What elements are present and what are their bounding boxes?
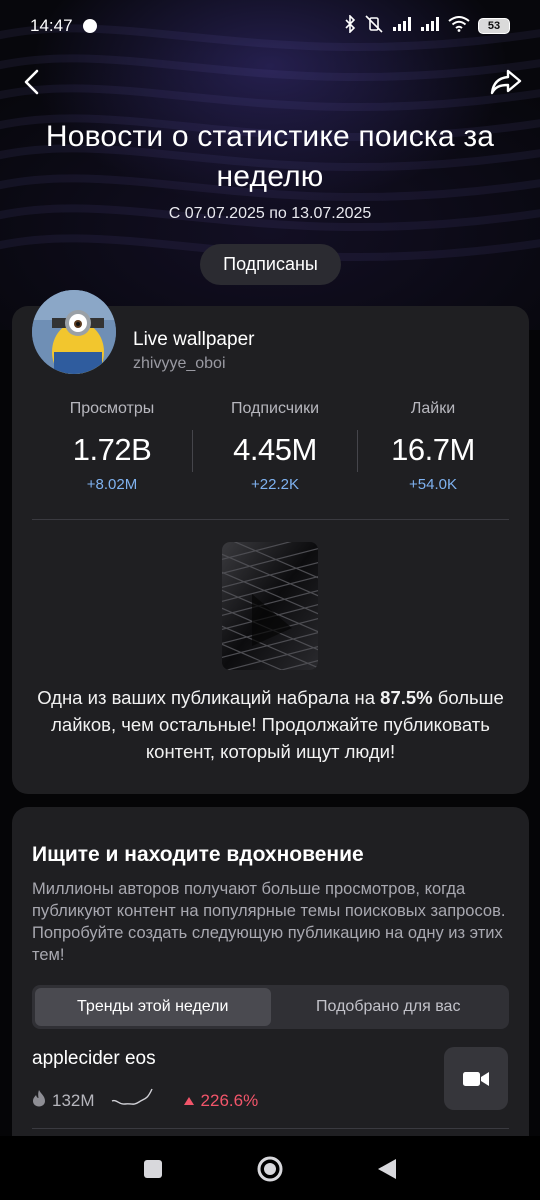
bluetooth-icon [344,13,356,38]
page-title: Новости о статистике поиска за неделю [45,120,495,193]
stat-followers: Подписчики 4.45M +22.2K [195,400,355,493]
recents-button[interactable] [138,1154,168,1184]
system-navigation-bar [0,1136,540,1200]
back-button[interactable] [12,62,52,102]
signal-icon [392,16,412,37]
stat-delta: +8.02M [86,476,138,493]
highlight-percent: 87.5% [380,687,433,708]
share-icon [490,69,522,95]
subscribed-button[interactable]: Подписаны [200,244,341,285]
trend-growth-value: 226.6% [200,1090,259,1110]
square-icon [144,1160,162,1178]
stat-value: 1.72B [72,432,152,467]
top-post-highlight: Одна из ваших публикаций набрала на 87.5… [32,684,509,765]
back-arrow-icon [24,69,39,95]
stat-value: 4.45M [233,432,317,467]
trend-item-title[interactable]: applecider eos [32,1048,156,1070]
highlight-text-before: Одна из ваших публикаций набрала на [37,687,381,708]
circle-home-icon [257,1156,283,1182]
wifi-icon [448,15,470,37]
stat-label: Просмотры [69,400,155,417]
stat-delta: +54.0K [409,476,457,493]
stat-value: 16.7M [391,432,475,467]
stat-label: Лайки [410,400,456,417]
trend-views: 132M [52,1090,95,1110]
tab-recommended[interactable]: Подобрано для вас [271,988,507,1026]
vibrate-off-icon [364,14,384,38]
signal-icon [420,16,440,37]
avatar[interactable] [32,290,116,374]
sparkline-icon [111,1087,153,1114]
trend-growth: 226.6% [183,1090,259,1111]
back-nav-button[interactable] [372,1154,402,1184]
divider [32,1128,509,1129]
arrow-up-icon [183,1096,194,1105]
trend-tabs: Тренды этой недели Подобрано для вас [32,985,509,1029]
profile-handle: zhivyye_oboi [133,355,226,372]
status-bar: 14:47 53 [0,0,540,52]
profile-name[interactable]: Live wallpaper [133,329,254,351]
trend-metrics: 132M 226.6% [32,1087,258,1114]
stat-divider [192,430,193,472]
triangle-back-icon [378,1159,396,1179]
divider [32,519,509,520]
tab-weekly-trends[interactable]: Тренды этой недели [35,988,271,1026]
battery-icon: 53 [478,18,510,34]
share-button[interactable] [486,62,526,102]
stat-delta: +22.2K [251,476,299,493]
stat-label: Подписчики [230,400,319,417]
video-camera-icon [463,1071,489,1086]
date-range: С 07.07.2025 по 13.07.2025 [168,205,372,222]
notification-dot-icon [82,19,97,33]
inspiration-description: Миллионы авторов получают больше просмот… [32,880,506,964]
home-button[interactable] [255,1154,285,1184]
stat-views: Просмотры 1.72B +8.02M [32,400,192,493]
top-post-thumbnail[interactable] [222,542,318,670]
create-video-button[interactable] [444,1047,508,1110]
stat-likes: Лайки 16.7M +54.0K [353,400,513,493]
status-time: 14:47 [30,16,73,35]
profile-stats-card: Live wallpaper zhivyye_oboi Просмотры 1.… [12,290,529,794]
inspiration-title: Ищите и находите вдохновение [32,843,364,866]
stats-row: Просмотры 1.72B +8.02M Подписчики 4.45M … [12,400,529,500]
flame-icon [32,1089,46,1112]
